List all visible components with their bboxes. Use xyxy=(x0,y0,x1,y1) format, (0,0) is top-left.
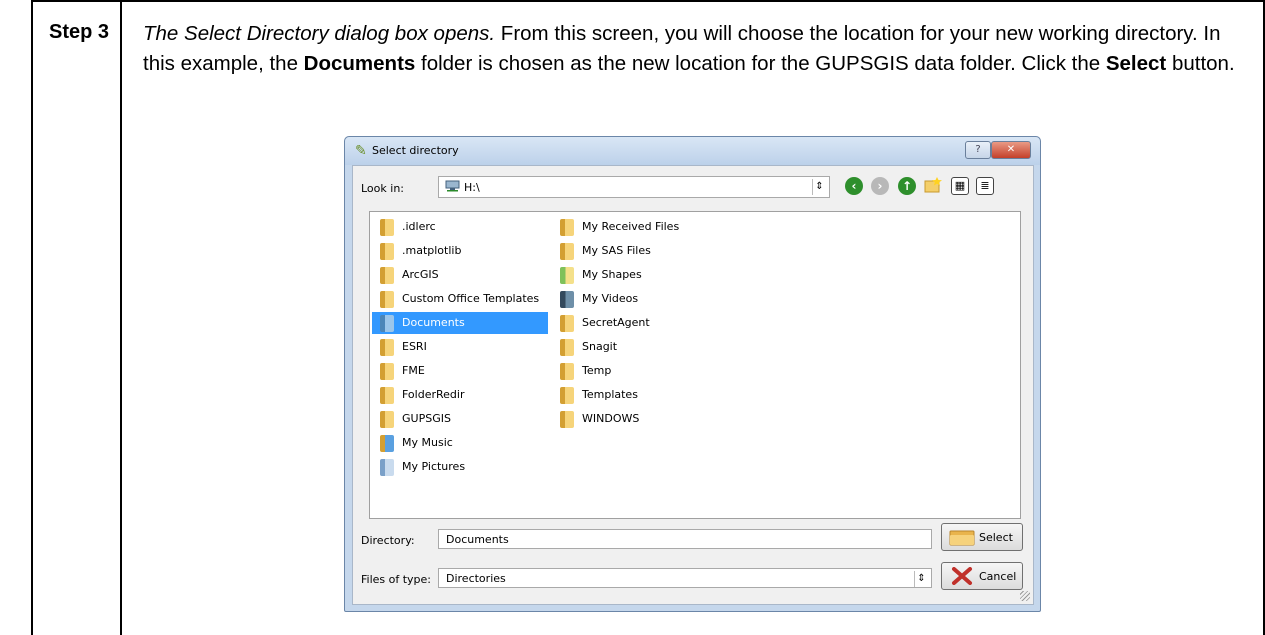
look-in-label: Look in: xyxy=(361,182,404,195)
folder-icon xyxy=(560,363,574,380)
list-item[interactable]: FME xyxy=(372,360,548,382)
step-label: Step 3 xyxy=(49,21,110,43)
select-button[interactable]: Select xyxy=(941,523,1023,551)
folder-icon xyxy=(560,339,574,356)
files-of-type-combo[interactable]: Directories ⇕ xyxy=(438,568,932,588)
list-item[interactable]: My Pictures xyxy=(372,456,548,478)
close-button[interactable]: ✕ xyxy=(991,141,1031,159)
videos-folder-icon xyxy=(560,291,574,308)
folder-icon xyxy=(380,243,394,260)
folder-icon xyxy=(560,387,574,404)
directory-input[interactable]: Documents xyxy=(438,529,932,549)
list-item[interactable]: My Received Files xyxy=(552,216,728,238)
list-item[interactable]: .matplotlib xyxy=(372,240,548,262)
list-item[interactable]: My SAS Files xyxy=(552,240,728,262)
step-text-part3: button. xyxy=(1166,52,1235,75)
network-drive-icon xyxy=(445,180,460,192)
list-item[interactable]: ESRI xyxy=(372,336,548,358)
list-item[interactable]: ArcGIS xyxy=(372,264,548,286)
step-italic-text: The Select Directory dialog box opens. xyxy=(143,22,496,45)
folder-icon xyxy=(560,243,574,260)
files-of-type-label: Files of type: xyxy=(361,573,432,586)
list-item[interactable]: FolderRedir xyxy=(372,384,548,406)
look-in-value: H:\ xyxy=(464,181,480,194)
cancel-button[interactable]: Cancel xyxy=(941,562,1023,590)
select-directory-dialog: ✎ Select directory ? ✕ Look in: H:\ ⇕ ‹ … xyxy=(344,136,1041,612)
list-item[interactable]: Temp xyxy=(552,360,728,382)
folder-icon xyxy=(560,315,574,332)
list-view-icon[interactable]: ▦ xyxy=(951,177,969,195)
directory-list[interactable]: .idlerc .matplotlib ArcGIS Custom Office… xyxy=(369,211,1021,519)
folder-icon xyxy=(380,291,394,308)
forward-icon[interactable]: › xyxy=(871,177,889,195)
list-item[interactable]: .idlerc xyxy=(372,216,548,238)
list-item[interactable]: My Shapes xyxy=(552,264,728,286)
pictures-folder-icon xyxy=(380,459,394,476)
dialog-titlebar[interactable]: ✎ Select directory ? ✕ xyxy=(345,137,1040,165)
list-item[interactable]: WINDOWS xyxy=(552,408,728,430)
folder-icon xyxy=(380,267,394,284)
step-bold-documents: Documents xyxy=(303,52,416,75)
folder-icon xyxy=(380,411,394,428)
music-folder-icon xyxy=(380,435,394,452)
list-item[interactable]: GUPSGIS xyxy=(372,408,548,430)
shapes-folder-icon xyxy=(560,267,574,284)
up-icon[interactable]: ↑ xyxy=(898,177,916,195)
list-item[interactable]: Custom Office Templates xyxy=(372,288,548,310)
step-instructions: The Select Directory dialog box opens. F… xyxy=(143,19,1253,79)
dialog-body: Look in: H:\ ⇕ ‹ › ↑ ▦ ≣ .idlerc .matplo… xyxy=(352,165,1034,605)
resize-grip-icon[interactable] xyxy=(1020,591,1030,601)
step-column: Step 3 xyxy=(33,2,122,635)
list-item[interactable]: My Music xyxy=(372,432,548,454)
folder-icon xyxy=(560,219,574,236)
folder-icon xyxy=(380,339,394,356)
detail-view-icon[interactable]: ≣ xyxy=(976,177,994,195)
combo-arrow-icon[interactable]: ⇕ xyxy=(812,179,826,195)
files-of-type-value: Directories xyxy=(446,572,506,585)
list-item[interactable]: My Videos xyxy=(552,288,728,310)
list-item-selected[interactable]: Documents xyxy=(372,312,548,334)
step-bold-select: Select xyxy=(1105,52,1167,75)
combo-arrow-icon[interactable]: ⇕ xyxy=(914,571,928,587)
list-item[interactable]: Snagit xyxy=(552,336,728,358)
cancel-x-icon xyxy=(952,567,972,585)
list-item[interactable]: Templates xyxy=(552,384,728,406)
step-text-part2: folder is chosen as the new location for… xyxy=(415,52,1106,75)
documents-folder-icon xyxy=(380,315,394,332)
list-item[interactable]: SecretAgent xyxy=(552,312,728,334)
folder-icon xyxy=(380,387,394,404)
directory-label: Directory: xyxy=(361,534,415,547)
qgis-app-icon: ✎ xyxy=(355,143,367,159)
folder-icon xyxy=(380,363,394,380)
new-folder-icon[interactable] xyxy=(924,177,942,193)
help-button[interactable]: ? xyxy=(965,141,991,159)
folder-icon xyxy=(380,219,394,236)
back-icon[interactable]: ‹ xyxy=(845,177,863,195)
look-in-combo[interactable]: H:\ ⇕ xyxy=(438,176,830,198)
folder-icon xyxy=(949,530,975,546)
folder-icon xyxy=(560,411,574,428)
dialog-title: Select directory xyxy=(372,144,459,157)
